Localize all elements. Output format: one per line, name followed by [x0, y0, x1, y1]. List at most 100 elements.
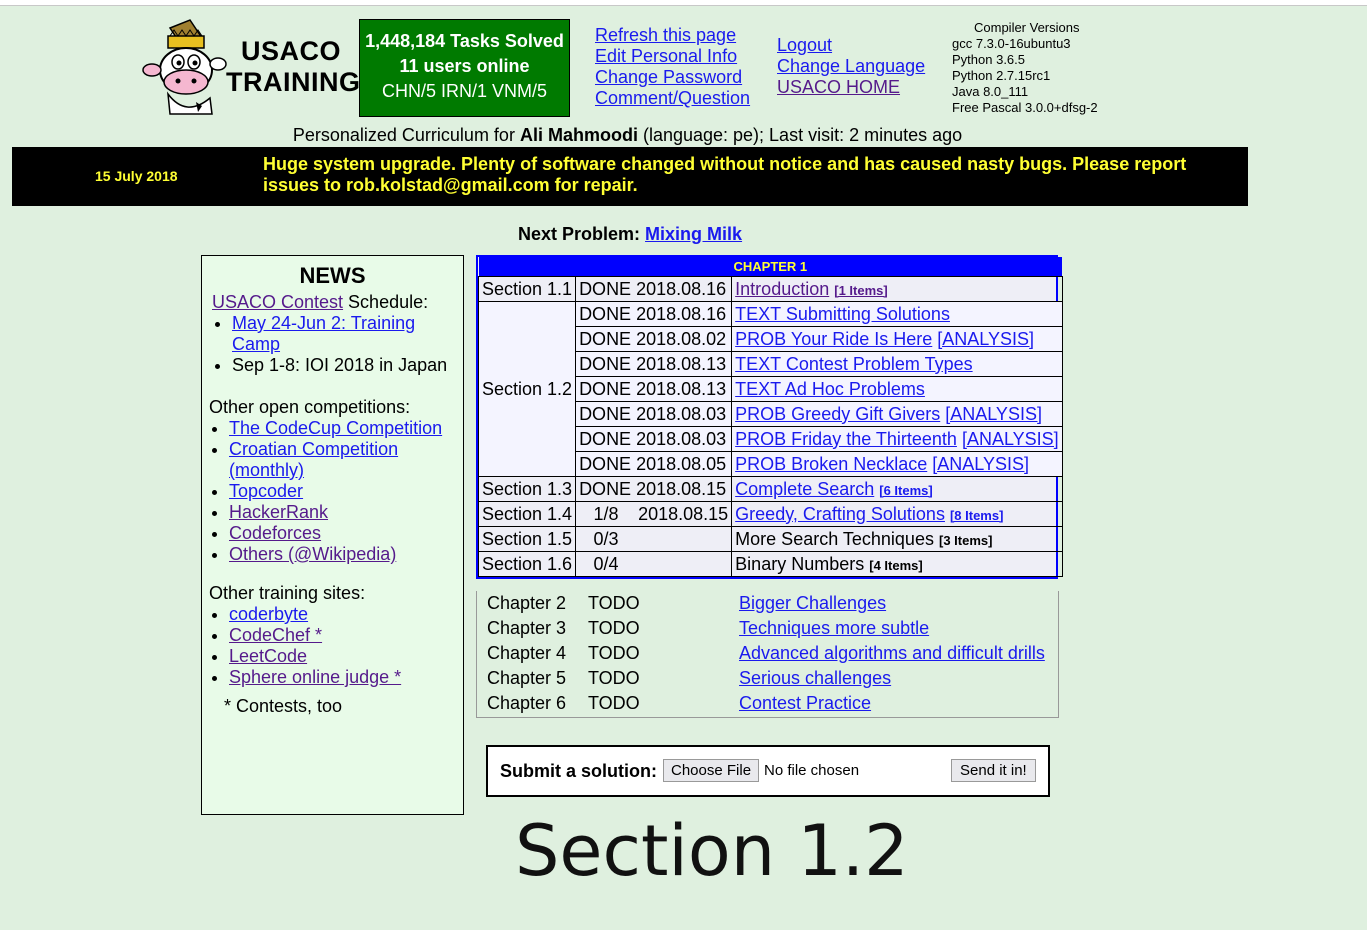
contest-schedule: USACO Contest Schedule: — [202, 292, 463, 313]
chapter-status: TODO — [588, 618, 640, 638]
next-problem-label: Next Problem: — [518, 224, 641, 244]
chapter-1-header: CHAPTER 1 — [478, 257, 1063, 277]
leetcode-link[interactable]: LeetCode — [229, 646, 307, 666]
usaco-home-link[interactable]: USACO HOME — [777, 77, 925, 98]
chapter-status: TODO — [588, 693, 640, 713]
table-row: Chapter 2 TODO Bigger Challenges — [477, 591, 1045, 616]
send-button[interactable]: Send it in! — [951, 759, 1036, 782]
task-status: DONE 2018.08.13 — [575, 376, 733, 402]
topcoder-link[interactable]: Topcoder — [229, 481, 303, 501]
task-link[interactable]: TEXT Ad Hoc Problems — [735, 379, 925, 399]
curriculum-suffix: (language: pe); Last visit: 2 minutes ag… — [637, 125, 963, 145]
chapter-link[interactable]: Contest Practice — [739, 693, 871, 713]
section-heading-overlay: Section 1.2 — [515, 810, 909, 892]
usaco-training-logo-text: USACO TRAINING — [226, 36, 361, 98]
codeforces-link[interactable]: Codeforces — [229, 523, 321, 543]
chapter-status: TODO — [588, 593, 640, 613]
list-item: The CodeCup Competition — [229, 418, 463, 439]
table-row: Section 1.4 1/8 2018.08.15 Greedy, Craft… — [477, 501, 1063, 527]
section-status: 0/4 — [575, 551, 733, 577]
logo-line-2: TRAINING — [226, 67, 361, 97]
tasks-solved: 1,448,184 Tasks Solved — [365, 31, 564, 51]
change-language-link[interactable]: Change Language — [777, 56, 925, 77]
chapter-name: Chapter 3 — [487, 618, 567, 638]
logout-link[interactable]: Logout — [777, 35, 925, 56]
table-row: Section 1.1 DONE 2018.08.16 Introduction… — [477, 276, 1063, 302]
greedy-crafting-link[interactable]: Greedy, Crafting Solutions — [735, 504, 945, 524]
task-cell: PROB Greedy Gift Givers [ANALYSIS] — [731, 401, 1063, 427]
analysis-link[interactable]: [ANALYSIS] — [962, 429, 1059, 449]
table-row: Chapter 5 TODO Serious challenges — [477, 666, 1045, 691]
chapter-link[interactable]: Bigger Challenges — [739, 593, 886, 613]
section-label: Section 1.5 — [477, 526, 577, 552]
schedule-label: Schedule: — [343, 292, 429, 312]
section-date: 2018.08.15 — [638, 503, 729, 524]
table-row: Chapter 3 TODO Techniques more subtle — [477, 616, 1045, 641]
comment-question-link[interactable]: Comment/Question — [595, 88, 750, 109]
task-status: DONE 2018.08.13 — [575, 351, 733, 377]
news-panel: NEWS USACO Contest Schedule: May 24-Jun … — [201, 255, 464, 815]
list-item: Others (@Wikipedia) — [229, 544, 463, 565]
announcement-date: 15 July 2018 — [95, 168, 178, 184]
coderbyte-link[interactable]: coderbyte — [229, 604, 308, 624]
list-item: LeetCode — [229, 646, 463, 667]
list-item: May 24-Jun 2: Training Camp — [232, 313, 463, 355]
section-items-link[interactable]: [6 Items] — [879, 483, 932, 498]
chapter-link[interactable]: Advanced algorithms and difficult drills — [739, 643, 1045, 663]
chapter-name: Chapter 6 — [487, 693, 567, 713]
introduction-link[interactable]: Introduction — [735, 279, 829, 299]
usaco-contest-link[interactable]: USACO Contest — [212, 292, 343, 312]
section-items-link[interactable]: [8 Items] — [950, 508, 1003, 523]
task-status: DONE 2018.08.16 — [575, 301, 733, 327]
compiler-versions: Compiler Versions gcc 7.3.0-16ubuntu3 Py… — [952, 20, 1098, 116]
task-link[interactable]: PROB Friday the Thirteenth — [735, 429, 957, 449]
task-link[interactable]: PROB Greedy Gift Givers — [735, 404, 940, 424]
section-status: DONE 2018.08.16 — [575, 276, 733, 302]
task-status: DONE 2018.08.05 — [575, 451, 733, 477]
file-status: No file chosen — [764, 762, 860, 779]
refresh-page-link[interactable]: Refresh this page — [595, 25, 750, 46]
training-camp-link[interactable]: May 24-Jun 2: Training Camp — [232, 313, 415, 354]
codechef-link[interactable]: CodeChef * — [229, 625, 322, 645]
section-items: [4 Items] — [869, 557, 923, 573]
analysis-link[interactable]: [ANALYSIS] — [937, 329, 1034, 349]
analysis-link[interactable]: [ANALYSIS] — [945, 404, 1042, 424]
section-progress: 0/3 — [593, 528, 619, 549]
account-links: Refresh this page Edit Personal Info Cha… — [595, 25, 750, 109]
list-item: CodeChef * — [229, 625, 463, 646]
chapter-link[interactable]: Techniques more subtle — [739, 618, 929, 638]
section-status: 0/3 — [575, 526, 733, 552]
table-row: Chapter 4 TODO Advanced algorithms and d… — [477, 641, 1045, 666]
section-status: DONE 2018.08.15 — [575, 476, 733, 502]
others-wikipedia-link[interactable]: Others (@Wikipedia) — [229, 544, 396, 564]
cow-mascot-logo — [140, 18, 235, 118]
analysis-link[interactable]: [ANALYSIS] — [932, 454, 1029, 474]
next-problem-link[interactable]: Mixing Milk — [645, 224, 742, 244]
news-title: NEWS — [299, 263, 366, 288]
edit-personal-info-link[interactable]: Edit Personal Info — [595, 46, 750, 67]
task-link[interactable]: PROB Your Ride Is Here — [735, 329, 932, 349]
codecup-link[interactable]: The CodeCup Competition — [229, 418, 442, 438]
complete-search-link[interactable]: Complete Search — [735, 479, 874, 499]
chapter-name: Chapter 4 — [487, 643, 567, 663]
chapter-title-cell: Contest Practice — [739, 691, 1045, 716]
chapter-title-cell: Advanced algorithms and difficult drills — [739, 641, 1045, 666]
table-row: Section 1.5 0/3 More Search Techniques [… — [477, 526, 1063, 552]
choose-file-button[interactable]: Choose File — [663, 759, 760, 782]
change-password-link[interactable]: Change Password — [595, 67, 750, 88]
chapter-title-cell: Serious challenges — [739, 666, 1045, 691]
section-title-cell: Introduction [1 Items] — [731, 276, 1063, 302]
logo-line-1: USACO — [240, 36, 341, 66]
hackerrank-link[interactable]: HackerRank — [229, 502, 328, 522]
section-title-cell: Greedy, Crafting Solutions [8 Items] — [731, 501, 1063, 527]
croatian-competition-link[interactable]: Croatian Competition (monthly) — [229, 439, 398, 480]
task-link[interactable]: PROB Broken Necklace — [735, 454, 927, 474]
sphere-online-judge-link[interactable]: Sphere online judge * — [229, 667, 401, 687]
task-cell: PROB Broken Necklace [ANALYSIS] — [731, 451, 1063, 477]
task-link[interactable]: TEXT Submitting Solutions — [735, 304, 950, 324]
chapter-link[interactable]: Serious challenges — [739, 668, 891, 688]
compiler-version: Python 3.6.5 — [952, 52, 1025, 67]
chapter-name: Chapter 2 — [487, 593, 567, 613]
task-link[interactable]: TEXT Contest Problem Types — [735, 354, 972, 374]
section-items-link[interactable]: [1 Items] — [834, 283, 887, 298]
